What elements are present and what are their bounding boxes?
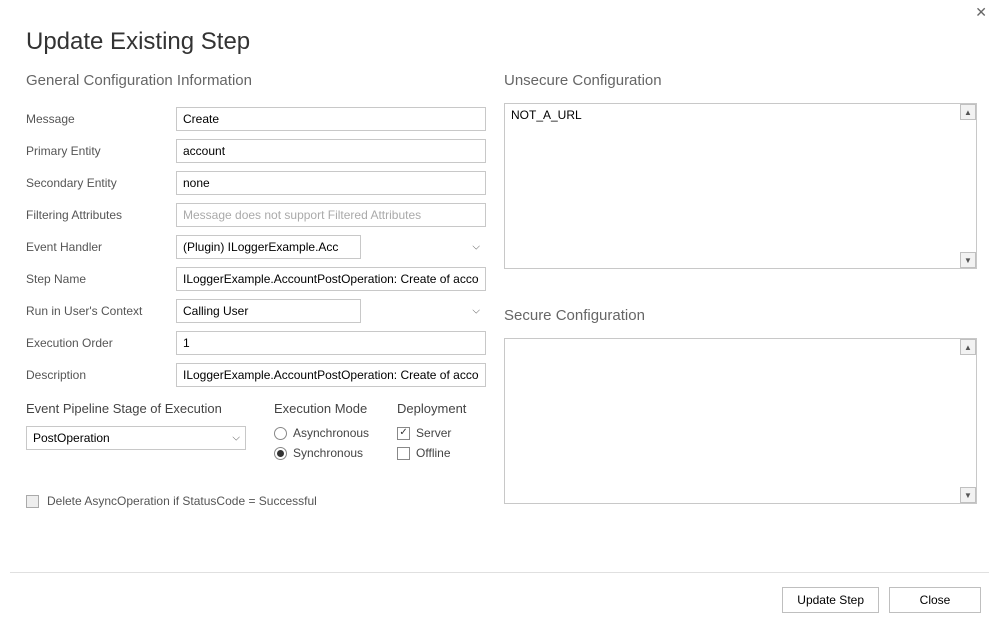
checkbox-server[interactable]: Server	[397, 426, 466, 440]
primary-entity-input[interactable]	[176, 139, 486, 163]
close-button[interactable]: Close	[889, 587, 981, 613]
checkbox-delete-async[interactable]: Delete AsyncOperation if StatusCode = Su…	[26, 494, 486, 508]
message-input[interactable]	[176, 107, 486, 131]
execution-mode-heading: Execution Mode	[274, 401, 369, 416]
scroll-up-icon[interactable]: ▲	[960, 104, 976, 120]
checkbox-label: Delete AsyncOperation if StatusCode = Su…	[47, 494, 317, 508]
step-name-input[interactable]	[176, 267, 486, 291]
deployment-heading: Deployment	[397, 401, 466, 416]
chevron-down-icon: ⌵	[472, 306, 480, 317]
execution-order-input[interactable]	[176, 331, 486, 355]
label-event-handler: Event Handler	[26, 240, 176, 254]
chevron-down-icon: ⌵	[472, 242, 480, 253]
pipeline-heading: Event Pipeline Stage of Execution	[26, 401, 246, 416]
unsecure-config-textarea[interactable]	[504, 103, 977, 269]
scroll-down-icon[interactable]: ▼	[960, 487, 976, 503]
filtering-attributes-input[interactable]	[176, 203, 486, 227]
label-message: Message	[26, 112, 176, 126]
radio-icon	[274, 427, 287, 440]
radio-icon	[274, 447, 287, 460]
dialog-title: Update Existing Step	[0, 0, 999, 72]
checkbox-icon	[397, 447, 410, 460]
radio-label: Synchronous	[293, 446, 363, 460]
label-secondary-entity: Secondary Entity	[26, 176, 176, 190]
secondary-entity-input[interactable]	[176, 171, 486, 195]
label-primary-entity: Primary Entity	[26, 144, 176, 158]
label-filtering-attributes: Filtering Attributes	[26, 208, 176, 222]
secure-config-textarea[interactable]	[504, 338, 977, 504]
description-input[interactable]	[176, 363, 486, 387]
update-step-button[interactable]: Update Step	[782, 587, 879, 613]
radio-synchronous[interactable]: Synchronous	[274, 446, 369, 460]
radio-asynchronous[interactable]: Asynchronous	[274, 426, 369, 440]
pipeline-stage-select[interactable]	[26, 426, 246, 450]
secure-config-heading: Secure Configuration	[504, 307, 977, 324]
checkbox-icon	[397, 427, 410, 440]
checkbox-icon	[26, 495, 39, 508]
event-handler-select[interactable]	[176, 235, 361, 259]
unsecure-config-heading: Unsecure Configuration	[504, 72, 977, 89]
label-run-context: Run in User's Context	[26, 304, 176, 318]
radio-label: Asynchronous	[293, 426, 369, 440]
label-execution-order: Execution Order	[26, 336, 176, 350]
checkbox-offline[interactable]: Offline	[397, 446, 466, 460]
close-icon[interactable]: ✕	[975, 4, 987, 21]
checkbox-label: Server	[416, 426, 451, 440]
run-context-select[interactable]	[176, 299, 361, 323]
scroll-up-icon[interactable]: ▲	[960, 339, 976, 355]
general-config-heading: General Configuration Information	[26, 72, 486, 89]
divider	[10, 572, 989, 573]
label-step-name: Step Name	[26, 272, 176, 286]
label-description: Description	[26, 368, 176, 382]
checkbox-label: Offline	[416, 446, 450, 460]
scroll-down-icon[interactable]: ▼	[960, 252, 976, 268]
